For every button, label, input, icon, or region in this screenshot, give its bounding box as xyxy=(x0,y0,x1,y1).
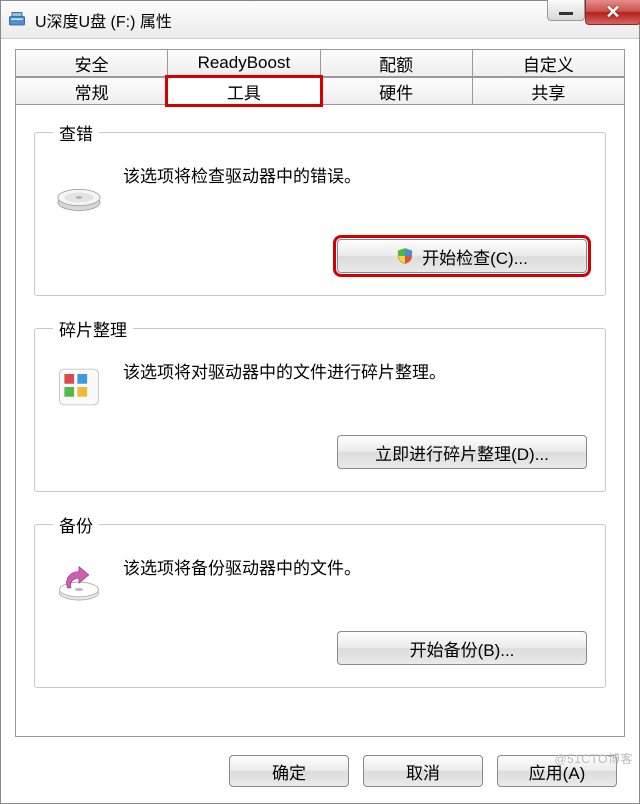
backup-now-label: 开始备份(B)... xyxy=(410,636,515,661)
section-error-checking: 查错 该选项将检查驱动器中的错误。 xyxy=(34,120,606,296)
disk-check-icon xyxy=(53,165,105,217)
titlebar: U深度U盘 (F:) 属性 xyxy=(1,1,639,39)
section-legend-check: 查错 xyxy=(53,120,99,145)
close-button[interactable]: ✕ xyxy=(585,0,640,25)
tab-sharing[interactable]: 共享 xyxy=(472,77,625,105)
watermark: @51CTO博客 xyxy=(554,750,633,767)
backup-icon xyxy=(53,557,105,609)
tab-readyboost[interactable]: ReadyBoost xyxy=(167,49,320,77)
section-desc-backup: 该选项将备份驱动器中的文件。 xyxy=(123,553,587,582)
defrag-now-label: 立即进行碎片整理(D)... xyxy=(375,440,549,465)
section-legend-defrag: 碎片整理 xyxy=(53,316,133,341)
section-legend-backup: 备份 xyxy=(53,512,99,537)
section-backup: 备份 该选项将备份驱动器中的文件。 xyxy=(34,512,606,688)
properties-window: U深度U盘 (F:) 属性 ✕ 安全 ReadyBoost 配额 自定义 常规 … xyxy=(0,0,640,804)
cancel-button[interactable]: 取消 xyxy=(363,755,483,787)
tab-tools[interactable]: 工具 xyxy=(167,77,320,105)
drive-icon xyxy=(7,10,27,30)
section-desc-defrag: 该选项将对驱动器中的文件进行碎片整理。 xyxy=(123,357,587,386)
tab-customize[interactable]: 自定义 xyxy=(472,49,625,77)
defrag-icon xyxy=(53,361,105,413)
check-now-label: 开始检查(C)... xyxy=(422,244,528,269)
ok-button[interactable]: 确定 xyxy=(229,755,349,787)
minimize-button[interactable] xyxy=(547,0,585,21)
check-now-button[interactable]: 开始检查(C)... xyxy=(337,239,587,273)
tab-general[interactable]: 常规 xyxy=(15,77,168,105)
tab-panel-tools: 查错 该选项将检查驱动器中的错误。 xyxy=(15,104,625,737)
section-defragmentation: 碎片整理 该选项将对驱动器中的文件进行碎片整理。 xyxy=(34,316,606,492)
section-desc-check: 该选项将检查驱动器中的错误。 xyxy=(123,161,587,190)
tab-quota[interactable]: 配额 xyxy=(320,49,473,77)
window-title: U深度U盘 (F:) 属性 xyxy=(35,8,172,32)
defrag-now-button[interactable]: 立即进行碎片整理(D)... xyxy=(337,435,587,469)
backup-now-button[interactable]: 开始备份(B)... xyxy=(337,631,587,665)
content-area: 安全 ReadyBoost 配额 自定义 常规 工具 硬件 共享 查错 xyxy=(1,39,639,751)
uac-shield-icon xyxy=(396,247,414,265)
tab-hardware[interactable]: 硬件 xyxy=(320,77,473,105)
tabstrip: 安全 ReadyBoost 配额 自定义 常规 工具 硬件 共享 查错 xyxy=(15,49,625,737)
tab-security[interactable]: 安全 xyxy=(15,49,168,77)
